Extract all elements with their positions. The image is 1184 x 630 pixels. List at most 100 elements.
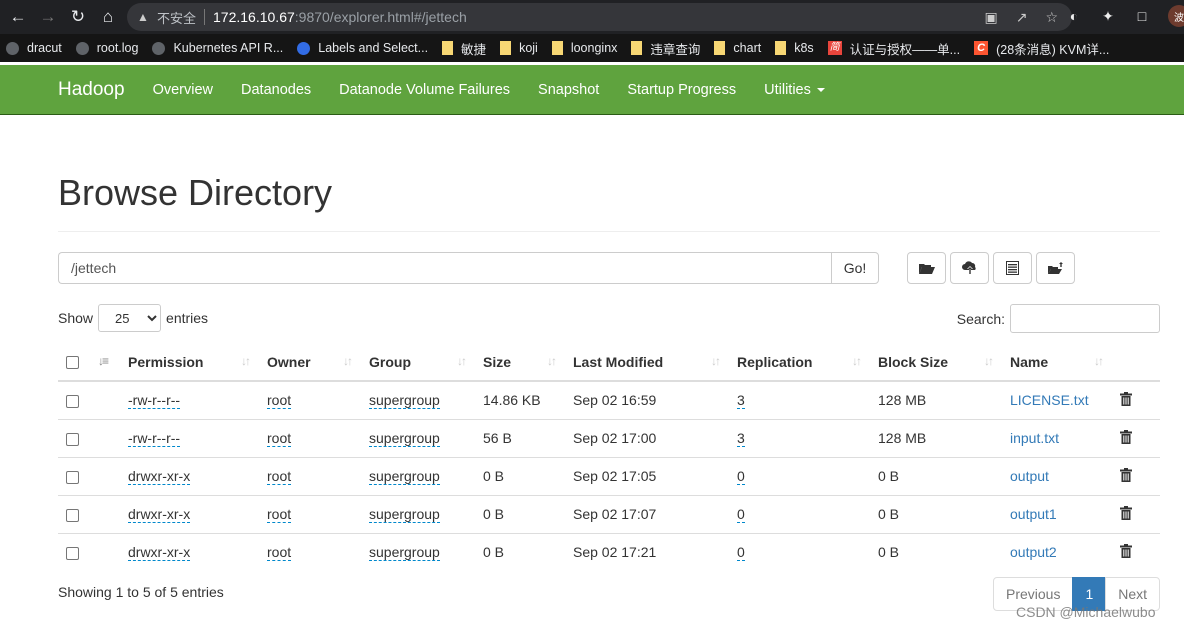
sort-icon[interactable]: ↓↑	[984, 354, 994, 368]
replication-link[interactable]: 3	[737, 430, 745, 447]
bookmark[interactable]: Kubernetes API R...	[152, 41, 283, 55]
paste-button[interactable]	[1036, 252, 1075, 284]
sidepanel-icon[interactable]: □	[1134, 8, 1150, 24]
row-checkbox[interactable]	[66, 508, 79, 522]
row-checkbox[interactable]	[66, 470, 79, 484]
header-group[interactable]: Group ↓↑	[359, 343, 473, 382]
permission-link[interactable]: drwxr-xr-x	[128, 468, 191, 485]
share-icon[interactable]: ↗	[1016, 9, 1028, 26]
file-name-link[interactable]: output2	[1010, 544, 1057, 560]
replication-link[interactable]: 0	[737, 506, 745, 523]
trash-icon[interactable]	[1120, 505, 1132, 520]
sort-icon[interactable]: ↓↑	[457, 354, 467, 368]
address-bar[interactable]: ▲ 不安全 172.16.10.67:9870/explorer.html#/j…	[127, 3, 1072, 31]
sort-column-header[interactable]: ↓≡	[86, 343, 118, 382]
spacer-cell	[86, 494, 118, 533]
extension-icon[interactable]: ◐	[1066, 8, 1082, 24]
upload-files-button[interactable]	[950, 252, 989, 284]
go-button[interactable]: Go!	[831, 252, 879, 284]
row-checkbox[interactable]	[66, 432, 79, 446]
bookmark-folder[interactable]: 敏捷	[442, 39, 486, 58]
owner-link[interactable]: root	[267, 468, 292, 485]
header-permission[interactable]: Permission ↓↑	[118, 343, 257, 382]
brand-logo[interactable]: Hadoop	[58, 79, 125, 101]
trash-icon[interactable]	[1120, 543, 1132, 558]
page-length-select[interactable]: 25	[98, 304, 162, 332]
actions-cell	[1110, 418, 1160, 457]
nav-datanodes[interactable]: Datanodes	[241, 82, 311, 98]
translate-icon[interactable]: ▣	[984, 9, 997, 26]
create-directory-button[interactable]	[907, 252, 946, 284]
table-header-row: ↓≡ Permission ↓↑ Owner ↓↑ Group ↓↑ Size ↓↑ L…	[58, 343, 1160, 382]
owner-link[interactable]: root	[267, 506, 292, 523]
directory-path-input[interactable]	[58, 252, 831, 284]
sort-icon[interactable]: ↓↑	[547, 354, 557, 368]
puzzle-icon[interactable]: ✦	[1100, 8, 1116, 25]
trash-icon[interactable]	[1120, 429, 1132, 444]
bookmark[interactable]: C (28条消息) KVM详...	[974, 39, 1109, 58]
replication-link[interactable]: 0	[737, 544, 745, 562]
nav-snapshot[interactable]: Snapshot	[538, 82, 599, 98]
header-last-modified[interactable]: Last Modified ↓↑	[563, 343, 727, 382]
replication-link[interactable]: 3	[737, 392, 745, 410]
replication-link[interactable]: 0	[737, 468, 745, 485]
permission-link[interactable]: drwxr-xr-x	[128, 506, 191, 523]
home-icon[interactable]: ⌂	[96, 5, 120, 29]
actions-header	[1110, 343, 1160, 382]
row-checkbox[interactable]	[66, 395, 79, 409]
permission-link[interactable]: -rw-r--r--	[128, 392, 181, 410]
sort-icon[interactable]: ↓↑	[711, 354, 721, 368]
trash-icon[interactable]	[1120, 467, 1132, 482]
owner-link[interactable]: root	[267, 430, 292, 447]
permission-link[interactable]: -rw-r--r--	[128, 430, 181, 447]
reload-icon[interactable]: ↻	[66, 5, 90, 29]
group-link[interactable]: supergroup	[369, 544, 440, 562]
owner-link[interactable]: root	[267, 544, 292, 562]
nav-datanode-volume-failures[interactable]: Datanode Volume Failures	[339, 82, 510, 98]
size-cell: 0 B	[473, 494, 563, 533]
header-name[interactable]: Name ↓↑	[1000, 343, 1110, 382]
nav-overview[interactable]: Overview	[153, 82, 213, 98]
bookmark[interactable]: root.log	[75, 41, 138, 55]
select-all-checkbox[interactable]	[66, 356, 79, 370]
file-name-link[interactable]: output	[1010, 468, 1049, 484]
bookmark-folder[interactable]: koji	[500, 41, 538, 55]
profile-avatar[interactable]: 波	[1168, 5, 1184, 27]
sort-icon[interactable]: ↓↑	[1094, 354, 1104, 368]
sort-icon[interactable]: ↓↑	[241, 354, 251, 368]
bookmark[interactable]: dracut	[6, 41, 62, 55]
group-link[interactable]: supergroup	[369, 430, 440, 447]
csdn-icon: C	[974, 41, 989, 55]
row-checkbox[interactable]	[66, 547, 79, 561]
bookmark-folder[interactable]: 违章查询	[631, 39, 700, 58]
owner-link[interactable]: root	[267, 392, 292, 410]
star-icon[interactable]: ☆	[1045, 9, 1058, 26]
header-size[interactable]: Size ↓↑	[473, 343, 563, 382]
sort-icon[interactable]: ↓↑	[343, 354, 353, 368]
bookmark[interactable]: Labels and Select...	[297, 41, 428, 55]
nav-startup-progress[interactable]: Startup Progress	[627, 82, 736, 98]
search-input[interactable]	[1010, 304, 1160, 333]
file-name-link[interactable]: input.txt	[1010, 430, 1059, 446]
bookmark-folder[interactable]: chart	[714, 41, 761, 55]
permission-link[interactable]: drwxr-xr-x	[128, 544, 191, 562]
header-block-size[interactable]: Block Size ↓↑	[868, 343, 1000, 382]
back-arrow-icon[interactable]: ←	[6, 5, 30, 29]
sort-asc-icon[interactable]: ↓≡	[98, 354, 109, 368]
nav-utilities-dropdown[interactable]: Utilities	[764, 82, 825, 98]
header-replication[interactable]: Replication ↓↑	[727, 343, 868, 382]
group-link[interactable]: supergroup	[369, 392, 440, 410]
bookmark-folder[interactable]: loonginx	[551, 41, 617, 55]
group-link[interactable]: supergroup	[369, 468, 440, 485]
forward-arrow-icon[interactable]: →	[36, 5, 60, 29]
header-owner[interactable]: Owner ↓↑	[257, 343, 359, 382]
bookmark[interactable]: 简认证与授权——单...	[827, 39, 960, 58]
trash-icon[interactable]	[1120, 391, 1132, 406]
file-name-link[interactable]: LICENSE.txt	[1010, 392, 1089, 408]
file-name-link[interactable]: output1	[1010, 506, 1057, 522]
sort-icon[interactable]: ↓↑	[852, 354, 862, 368]
cut-paste-button[interactable]	[993, 252, 1032, 284]
bookmark-folder[interactable]: k8s	[775, 41, 814, 55]
spacer-cell	[86, 381, 118, 419]
group-link[interactable]: supergroup	[369, 506, 440, 523]
